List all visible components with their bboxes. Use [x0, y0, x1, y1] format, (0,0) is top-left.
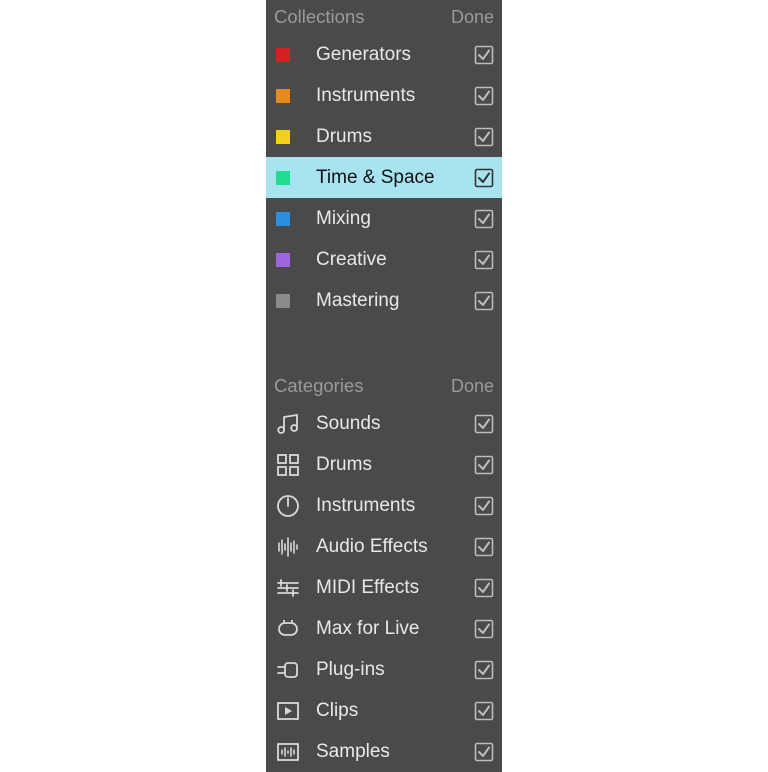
category-label: Sounds — [316, 413, 474, 435]
category-label: Drums — [316, 454, 474, 476]
color-swatch — [276, 212, 290, 226]
collection-label: Instruments — [316, 85, 474, 107]
checkbox-icon[interactable] — [474, 209, 494, 229]
category-row[interactable]: Sounds — [266, 403, 502, 444]
drums-icon — [274, 451, 302, 479]
category-row[interactable]: Plug-ins — [266, 649, 502, 690]
category-row[interactable]: MIDI Effects — [266, 567, 502, 608]
category-label: MIDI Effects — [316, 577, 474, 599]
collection-row[interactable]: Time & Space — [266, 157, 502, 198]
categories-done-button[interactable]: Done — [451, 376, 494, 397]
collections-list: Generators Instruments Drums Time & Spac… — [266, 34, 502, 321]
collection-label: Mastering — [316, 290, 474, 312]
collection-row[interactable]: Instruments — [266, 75, 502, 116]
color-swatch — [276, 89, 290, 103]
color-swatch — [276, 130, 290, 144]
collection-label: Creative — [316, 249, 474, 271]
color-swatch — [276, 253, 290, 267]
checkbox-icon[interactable] — [474, 742, 494, 762]
collection-row[interactable]: Mastering — [266, 280, 502, 321]
checkbox-icon[interactable] — [474, 701, 494, 721]
plug-ins-icon — [274, 656, 302, 684]
collection-label: Time & Space — [316, 167, 474, 189]
categories-title: Categories — [274, 375, 363, 397]
collection-row[interactable]: Mixing — [266, 198, 502, 239]
checkbox-icon[interactable] — [474, 496, 494, 516]
category-row[interactable]: Instruments — [266, 485, 502, 526]
category-row[interactable]: Clips — [266, 690, 502, 731]
checkbox-icon[interactable] — [474, 619, 494, 639]
checkbox-icon[interactable] — [474, 291, 494, 311]
category-label: Clips — [316, 700, 474, 722]
category-label: Samples — [316, 741, 474, 763]
samples-icon — [274, 738, 302, 766]
checkbox-icon[interactable] — [474, 168, 494, 188]
category-row[interactable]: Drums — [266, 444, 502, 485]
categories-header: Categories Done — [266, 369, 502, 403]
checkbox-icon[interactable] — [474, 250, 494, 270]
checkbox-icon[interactable] — [474, 455, 494, 475]
collection-row[interactable]: Drums — [266, 116, 502, 157]
section-gap — [266, 321, 502, 369]
audio-effects-icon — [274, 533, 302, 561]
categories-list: Sounds Drums Instruments Audio Effects M… — [266, 403, 502, 772]
checkbox-icon[interactable] — [474, 660, 494, 680]
collections-title: Collections — [274, 6, 365, 28]
checkbox-icon[interactable] — [474, 45, 494, 65]
checkbox-icon[interactable] — [474, 127, 494, 147]
clips-icon — [274, 697, 302, 725]
midi-effects-icon — [274, 574, 302, 602]
collection-row[interactable]: Creative — [266, 239, 502, 280]
category-row[interactable]: Audio Effects — [266, 526, 502, 567]
category-label: Max for Live — [316, 618, 474, 640]
checkbox-icon[interactable] — [474, 414, 494, 434]
collections-done-button[interactable]: Done — [451, 7, 494, 28]
category-label: Plug-ins — [316, 659, 474, 681]
category-label: Audio Effects — [316, 536, 474, 558]
collection-row[interactable]: Generators — [266, 34, 502, 75]
collection-label: Drums — [316, 126, 474, 148]
collection-label: Generators — [316, 44, 474, 66]
checkbox-icon[interactable] — [474, 578, 494, 598]
browser-panel: Collections Done Generators Instruments … — [266, 0, 502, 772]
color-swatch — [276, 48, 290, 62]
checkbox-icon[interactable] — [474, 86, 494, 106]
checkbox-icon[interactable] — [474, 537, 494, 557]
collection-label: Mixing — [316, 208, 474, 230]
color-swatch — [276, 294, 290, 308]
instruments-icon — [274, 492, 302, 520]
category-row[interactable]: Samples — [266, 731, 502, 772]
category-label: Instruments — [316, 495, 474, 517]
sounds-icon — [274, 410, 302, 438]
max-for-live-icon — [274, 615, 302, 643]
category-row[interactable]: Max for Live — [266, 608, 502, 649]
color-swatch — [276, 171, 290, 185]
collections-header: Collections Done — [266, 0, 502, 34]
